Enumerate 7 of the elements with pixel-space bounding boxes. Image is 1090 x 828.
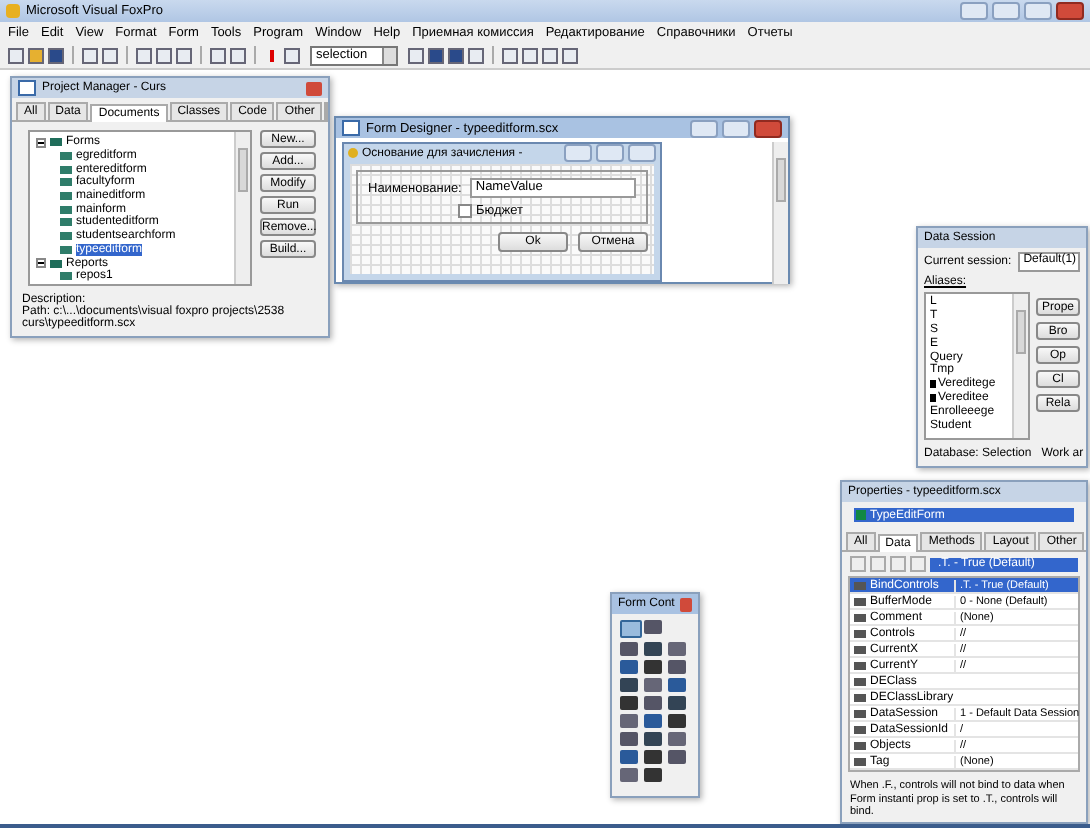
collapse-icon[interactable] — [36, 137, 46, 148]
scrollbar[interactable] — [1012, 294, 1028, 438]
scrollbar[interactable] — [772, 142, 788, 284]
checkbox[interactable] — [458, 204, 472, 218]
collapse-icon[interactable] — [36, 258, 46, 269]
exclamation-icon[interactable] — [264, 47, 280, 63]
scrollbar[interactable] — [234, 132, 250, 284]
